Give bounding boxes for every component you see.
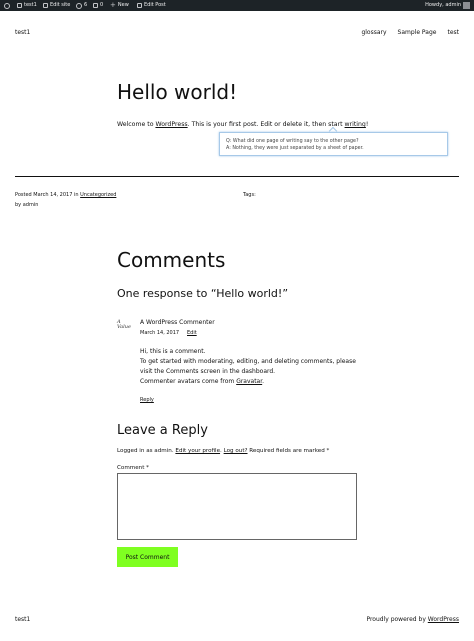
post-text-middle: . This is your first post. Edit or delet…: [187, 121, 345, 128]
gravatar-link[interactable]: Gravatar: [236, 378, 262, 385]
comment-field-label: Comment *: [117, 465, 149, 471]
pencil-icon: [43, 3, 48, 8]
comment-line: visit the Comments screen in the dashboa…: [140, 368, 276, 375]
plus-icon: +: [110, 1, 116, 9]
comment-reply-link[interactable]: Reply: [140, 396, 154, 404]
post-comment-button[interactable]: Post Comment: [117, 547, 178, 567]
post-meta: Posted March 14, 2017 in Uncategorized b…: [15, 190, 116, 210]
wordpress-link[interactable]: WordPress: [155, 121, 187, 128]
admin-bar-updates-count: 6: [84, 2, 88, 8]
wordpress-footer-link[interactable]: WordPress: [428, 616, 459, 623]
comment-author[interactable]: A WordPress Commenter: [140, 319, 215, 327]
nav-item-sample-page[interactable]: Sample Page: [398, 29, 437, 36]
admin-bar-site-link[interactable]: test1: [17, 0, 37, 11]
comment-textarea[interactable]: [117, 473, 357, 540]
site-title[interactable]: test1: [15, 29, 30, 36]
comment-bubble-icon: [93, 3, 98, 8]
required-fields-note: Required fields are marked *: [247, 448, 330, 454]
edit-profile-link[interactable]: Edit your profile: [175, 448, 220, 454]
wordpress-logo-icon: [4, 2, 10, 9]
avatar: [463, 2, 470, 9]
reply-heading: Leave a Reply: [117, 423, 208, 438]
admin-bar-site-name: test1: [24, 2, 37, 8]
admin-bar-new-label: New: [117, 2, 129, 8]
admin-bar-comments[interactable]: 0: [93, 0, 103, 11]
wordpress-logo-menu[interactable]: [4, 0, 10, 11]
admin-bar-new[interactable]: + New: [110, 0, 129, 11]
updates-icon: [76, 2, 82, 9]
admin-bar-edit-post-label: Edit Post: [144, 2, 166, 8]
comment-line: Hi, this is a comment.: [140, 348, 206, 355]
post-text-suffix: !: [365, 121, 369, 128]
divider: [15, 176, 459, 177]
writing-glossary-link[interactable]: writing: [345, 121, 366, 128]
powered-by-text: Proudly powered by: [366, 616, 428, 623]
admin-bar-updates[interactable]: 6: [76, 0, 87, 11]
admin-bar-edit-site[interactable]: Edit site: [43, 0, 70, 11]
post-title: Hello world!: [117, 80, 238, 104]
category-link[interactable]: Uncategorized: [80, 192, 116, 198]
tooltip-answer: A: Nothing, they were just separated by …: [226, 146, 364, 151]
comment-date[interactable]: March 14, 2017: [140, 329, 179, 337]
footer-site-title[interactable]: test1: [15, 616, 30, 624]
admin-bar-edit-post[interactable]: Edit Post: [137, 0, 166, 11]
admin-bar: test1 Edit site 6 0 + New Edit Post Howd…: [0, 0, 474, 11]
glossary-tooltip: Q: What did one page of writing say to t…: [219, 132, 448, 156]
post-date: Posted March 14, 2017 in: [15, 192, 81, 198]
comment-line: To get started with moderating, editing,…: [140, 358, 356, 365]
logged-in-as: Logged in as admin. Edit your profile. L…: [117, 447, 329, 455]
comment-line: Commenter avatars come from: [140, 378, 237, 385]
comments-heading: Comments: [117, 248, 226, 272]
comment-line-suffix: .: [262, 378, 265, 385]
footer-powered-by: Proudly powered by WordPress: [366, 616, 459, 624]
main-navigation: glossary Sample Page test: [361, 29, 459, 36]
admin-bar-edit-site-label: Edit site: [50, 2, 71, 8]
logout-link[interactable]: Log out?: [224, 448, 248, 454]
comment-edit-link[interactable]: Edit: [187, 329, 197, 337]
home-icon: [17, 3, 22, 8]
nav-item-glossary[interactable]: glossary: [361, 29, 386, 36]
admin-bar-comments-count: 0: [100, 2, 104, 8]
admin-bar-account[interactable]: Howdy, admin: [425, 0, 470, 11]
post-author: by admin: [15, 202, 39, 208]
logged-in-text: Logged in as admin.: [117, 448, 176, 454]
comment-body: Hi, this is a comment. To get started wi…: [140, 347, 356, 387]
post-text-prefix: Welcome to: [117, 121, 156, 128]
admin-bar-howdy: Howdy, admin: [425, 2, 461, 8]
commenter-avatar: A Value: [117, 319, 131, 330]
nav-item-test[interactable]: test: [447, 29, 459, 36]
post-tags-label: Tags:: [243, 192, 256, 198]
responses-heading: One response to “Hello world!”: [117, 287, 289, 300]
pencil-icon: [137, 3, 142, 8]
